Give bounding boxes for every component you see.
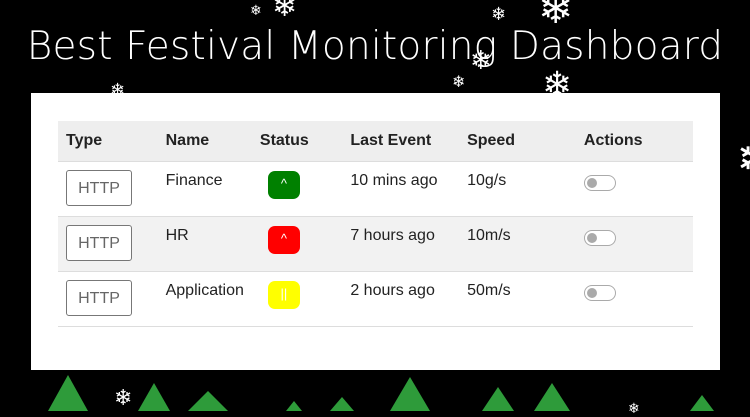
row-name: Application xyxy=(165,281,244,299)
tree-icon xyxy=(482,387,514,411)
column-header-speed: Speed xyxy=(467,131,516,149)
tree-icon xyxy=(390,377,430,411)
column-header-name: Name xyxy=(165,131,210,149)
column-header-last-event: Last Event xyxy=(350,131,432,149)
row-speed: 50m/s xyxy=(467,281,511,299)
table-row: HTTP Application || 2 hours ago 50m/s xyxy=(58,271,693,326)
action-toggle[interactable] xyxy=(583,284,616,301)
row-name: Finance xyxy=(165,171,223,189)
column-header-status: Status xyxy=(259,131,309,149)
page-title: Best Festival Monitoring Dashboard xyxy=(26,24,724,69)
status-badge: ^ xyxy=(267,170,300,199)
monitor-table: Type Name Status Last Event Speed Action… xyxy=(58,121,693,327)
status-badge: || xyxy=(267,280,300,309)
tree-icon xyxy=(534,383,570,411)
tree-icon xyxy=(690,395,714,411)
snowflake-icon: ❄ xyxy=(250,3,262,19)
row-speed: 10g/s xyxy=(467,171,507,189)
row-last-event: 7 hours ago xyxy=(350,226,435,244)
snowflake-icon: ❄ xyxy=(272,0,298,24)
table-row: HTTP HR ^ 7 hours ago 10m/s xyxy=(58,216,693,271)
type-button[interactable]: HTTP xyxy=(66,279,132,316)
column-header-actions: Actions xyxy=(583,131,643,149)
table-header-row: Type Name Status Last Event Speed Action… xyxy=(58,121,693,161)
snowflake-icon: ❄ xyxy=(628,401,640,417)
toggle-knob xyxy=(586,287,597,298)
tree-icon xyxy=(188,391,228,411)
toggle-knob xyxy=(586,177,597,188)
snowflake-icon: ❄ xyxy=(114,386,133,411)
action-toggle[interactable] xyxy=(583,174,616,191)
tree-icon xyxy=(138,383,170,411)
action-toggle[interactable] xyxy=(583,229,616,246)
type-button[interactable]: HTTP xyxy=(66,224,132,261)
column-header-type: Type xyxy=(66,131,103,149)
row-name: HR xyxy=(165,226,189,244)
row-last-event: 2 hours ago xyxy=(350,281,435,299)
snowflake-icon: ❄ xyxy=(736,134,750,184)
tree-icon xyxy=(286,401,302,411)
row-speed: 10m/s xyxy=(467,226,511,244)
table-row: HTTP Finance ^ 10 mins ago 10g/s xyxy=(58,161,693,216)
toggle-knob xyxy=(586,232,597,243)
snowflake-icon: ❄ xyxy=(452,72,466,91)
type-button[interactable]: HTTP xyxy=(66,169,132,206)
tree-icon xyxy=(330,397,354,411)
dashboard-panel: Type Name Status Last Event Speed Action… xyxy=(31,93,720,370)
tree-icon xyxy=(48,375,88,411)
status-badge: ^ xyxy=(267,225,300,254)
snowflake-icon: ❄ xyxy=(491,4,507,25)
row-last-event: 10 mins ago xyxy=(350,171,438,189)
